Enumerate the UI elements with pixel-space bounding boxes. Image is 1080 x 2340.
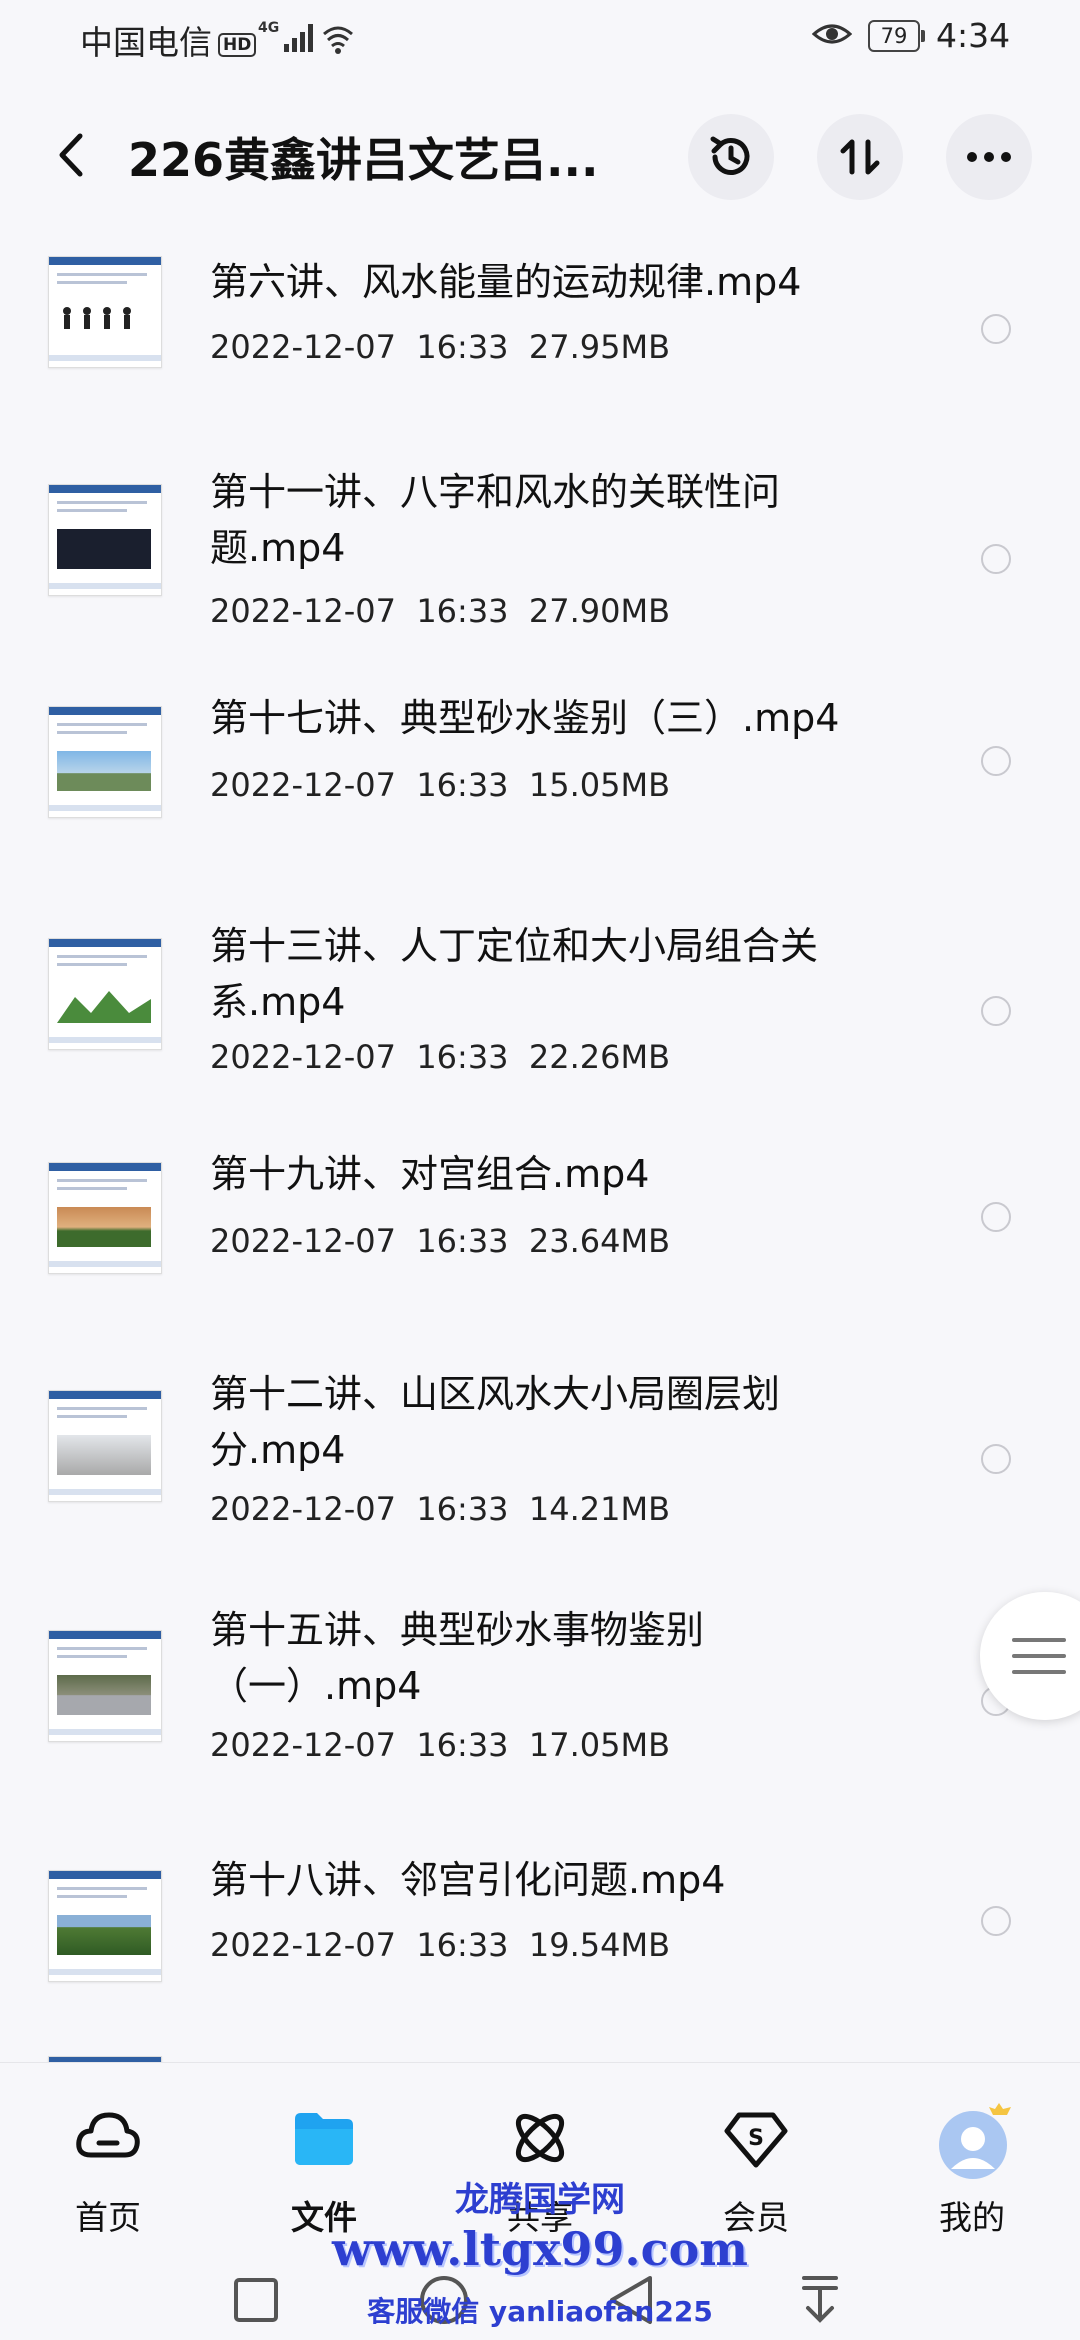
atom-icon: [505, 2103, 575, 2173]
folder-icon: [289, 2103, 359, 2173]
history-button[interactable]: [688, 114, 774, 200]
signal-icon: 4G: [258, 20, 353, 54]
diamond-icon: S: [721, 2103, 791, 2173]
file-name: 第十九讲、对宫组合.mp4: [210, 1152, 650, 1196]
file-name: 第十三讲、人丁定位和大小局组合关系.mp4: [210, 924, 819, 1024]
file-meta: 2022-12-07 16:33 17.05MB: [210, 1726, 671, 1764]
video-thumbnail: [48, 484, 162, 596]
file-name: 第十二讲、山区风水大小局圈层划分.mp4: [210, 1372, 781, 1472]
status-bar: 中国电信 HD 4G 79 4:34: [0, 0, 1080, 80]
select-radio[interactable]: [981, 314, 1011, 344]
folder-title: 226黄鑫讲吕文艺吕...: [128, 133, 599, 187]
cloud-icon: [73, 2103, 143, 2173]
file-meta: 2022-12-07 16:33 22.26MB: [210, 1038, 671, 1076]
top-bar: 226黄鑫讲吕文艺吕...: [0, 100, 1080, 210]
video-thumbnail: [48, 1390, 162, 1502]
video-thumbnail: [48, 706, 162, 818]
video-thumbnail: [48, 256, 162, 368]
select-radio[interactable]: [981, 1202, 1011, 1232]
select-radio[interactable]: [981, 1444, 1011, 1474]
video-thumbnail: [48, 1162, 162, 1274]
file-meta: 2022-12-07 16:33 23.64MB: [210, 1222, 671, 1260]
history-icon: [710, 136, 750, 175]
more-button[interactable]: [946, 114, 1032, 200]
back-arrow-icon[interactable]: [48, 122, 98, 188]
eye-icon: [812, 24, 852, 44]
carrier: 中国电信 HD: [80, 16, 257, 64]
file-name: 第十八讲、邻宫引化问题.mp4: [210, 1858, 726, 1902]
hd-badge: HD: [218, 33, 257, 57]
more-dots-icon: [967, 152, 1011, 162]
video-thumbnail: [48, 1870, 162, 1982]
file-meta: 2022-12-07 16:33 14.21MB: [210, 1490, 671, 1528]
select-radio[interactable]: [981, 996, 1011, 1026]
select-radio[interactable]: [981, 746, 1011, 776]
file-name: 第六讲、风水能量的运动规律.mp4: [210, 260, 802, 304]
file-name: 第十七讲、典型砂水鉴别（三）.mp4: [210, 696, 840, 740]
select-radio[interactable]: [981, 544, 1011, 574]
avatar: [937, 2103, 1011, 2179]
watermark-url: www.ltgx99.com: [332, 2222, 748, 2276]
watermark-site-name: 龙腾国学网: [455, 2180, 625, 2220]
file-meta: 2022-12-07 16:33 15.05MB: [210, 766, 671, 804]
network-type: 4G: [258, 20, 279, 36]
svg-text:S: S: [748, 2126, 764, 2151]
sort-icon: [840, 139, 880, 175]
video-thumbnail: [48, 938, 162, 1050]
watermark-contact: 客服微信 yanliaofan225: [367, 2295, 713, 2328]
file-meta: 2022-12-07 16:33 19.54MB: [210, 1926, 671, 1964]
clock: 4:34: [936, 16, 1011, 55]
select-radio[interactable]: [981, 1906, 1011, 1936]
file-name: 第十一讲、八字和风水的关联性问题.mp4: [210, 470, 781, 570]
battery-icon: 79: [868, 20, 925, 52]
file-name: 第十五讲、典型砂水事物鉴别（一）.mp4: [210, 1608, 705, 1708]
file-meta: 2022-12-07 16:33 27.90MB: [210, 592, 671, 630]
file-meta: 2022-12-07 16:33 27.95MB: [210, 328, 671, 366]
carrier-name: 中国电信: [80, 23, 212, 62]
video-thumbnail: [48, 1630, 162, 1742]
sort-button[interactable]: [817, 114, 903, 200]
